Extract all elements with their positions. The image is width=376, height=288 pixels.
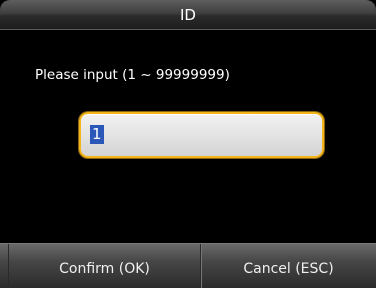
id-input-field[interactable]: 1 — [79, 112, 324, 158]
confirm-button[interactable]: Confirm (OK) — [8, 244, 200, 288]
input-selected-value: 1 — [90, 125, 104, 144]
dialog-title: ID — [180, 6, 196, 24]
id-input-dialog: ID Please input (1 ~ 99999999) 1 Confirm… — [0, 0, 376, 288]
cancel-button[interactable]: Cancel (ESC) — [200, 244, 376, 288]
input-prompt-label: Please input (1 ~ 99999999) — [35, 67, 230, 83]
button-bar: Confirm (OK) Cancel (ESC) — [0, 243, 376, 288]
title-bar: ID — [0, 0, 376, 30]
